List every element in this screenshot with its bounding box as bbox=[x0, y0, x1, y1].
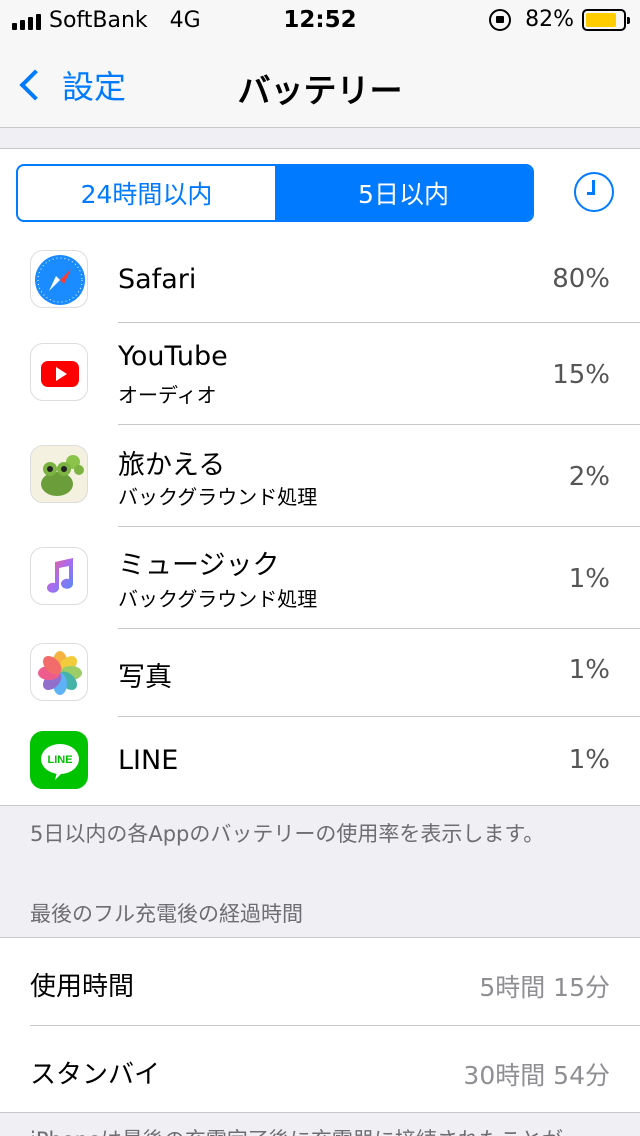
time-stats-list: 使用時間 5時間 15分 スタンバイ 30時間 54分 bbox=[0, 937, 640, 1113]
navigation-bar: 設定 バッテリー bbox=[0, 40, 640, 128]
usage-description: 5日以内の各Appのバッテリーの使用率を表示します。 bbox=[30, 822, 545, 846]
app-subtitle: バックグラウンド処理 bbox=[118, 485, 318, 509]
list-item[interactable]: ミュージック バックグラウンド処理 1% bbox=[0, 527, 640, 629]
clock-icon[interactable] bbox=[574, 172, 614, 212]
app-name: YouTube bbox=[118, 341, 228, 372]
line-icon: LINE bbox=[30, 731, 88, 789]
stat-label: スタンバイ bbox=[30, 1060, 161, 1090]
segment-area: 24時間以内 5日以内 bbox=[0, 148, 640, 236]
list-item[interactable]: YouTube オーディオ 15% bbox=[0, 323, 640, 425]
time-range-segmented-control: 24時間以内 5日以内 bbox=[16, 164, 534, 222]
app-name: ミュージック bbox=[118, 550, 280, 581]
app-subtitle: オーディオ bbox=[118, 383, 217, 407]
app-name: Safari bbox=[118, 264, 197, 295]
segment-24h[interactable]: 24時間以内 bbox=[18, 166, 275, 220]
youtube-icon bbox=[30, 343, 88, 401]
app-subtitle: バックグラウンド処理 bbox=[118, 587, 318, 611]
page-title: バッテリー bbox=[237, 71, 403, 110]
stat-value: 30時間 54分 bbox=[463, 1061, 610, 1090]
battery-icon bbox=[582, 8, 630, 31]
app-percent: 2% bbox=[568, 462, 610, 492]
battery-fill bbox=[586, 12, 616, 27]
stat-row-standby: スタンバイ 30時間 54分 bbox=[0, 1026, 640, 1114]
app-percent: 1% bbox=[568, 655, 610, 685]
list-item[interactable]: 旅かえる バックグラウンド処理 2% bbox=[0, 425, 640, 527]
battery-percent: 82% bbox=[525, 7, 574, 32]
app-percent: 15% bbox=[552, 360, 610, 390]
segment-5days[interactable]: 5日以内 bbox=[275, 166, 532, 220]
app-name: LINE bbox=[118, 745, 179, 776]
app-battery-list: Safari 80% YouTube オーディオ 15% 旅かえる バックグラウ… bbox=[0, 236, 640, 806]
svg-text:LINE: LINE bbox=[47, 754, 72, 766]
app-name: 写真 bbox=[118, 662, 172, 693]
photos-icon bbox=[30, 643, 88, 701]
music-icon bbox=[30, 547, 88, 605]
stat-row-usage: 使用時間 5時間 15分 bbox=[0, 938, 640, 1026]
section-header: 最後のフル充電後の経過時間 bbox=[30, 902, 303, 926]
rotation-lock-icon bbox=[489, 8, 512, 31]
safari-icon bbox=[30, 250, 88, 308]
stat-value: 5時間 15分 bbox=[479, 973, 610, 1002]
status-bar: SoftBank 4G 12:52 82% bbox=[0, 0, 640, 40]
list-item[interactable]: Safari 80% bbox=[0, 236, 640, 323]
app-percent: 1% bbox=[568, 745, 610, 775]
app-name: 旅かえる bbox=[118, 450, 226, 481]
app-percent: 80% bbox=[552, 264, 610, 294]
stat-label: 使用時間 bbox=[30, 972, 135, 1002]
list-item[interactable]: 写真 1% bbox=[0, 629, 640, 717]
app-percent: 1% bbox=[568, 564, 610, 594]
charging-note: iPhoneは最後の充電完了後に充電器に接続されたことが bbox=[30, 1124, 563, 1136]
list-item[interactable]: LINE LINE 1% bbox=[0, 717, 640, 806]
tabikaeru-icon bbox=[30, 445, 88, 503]
